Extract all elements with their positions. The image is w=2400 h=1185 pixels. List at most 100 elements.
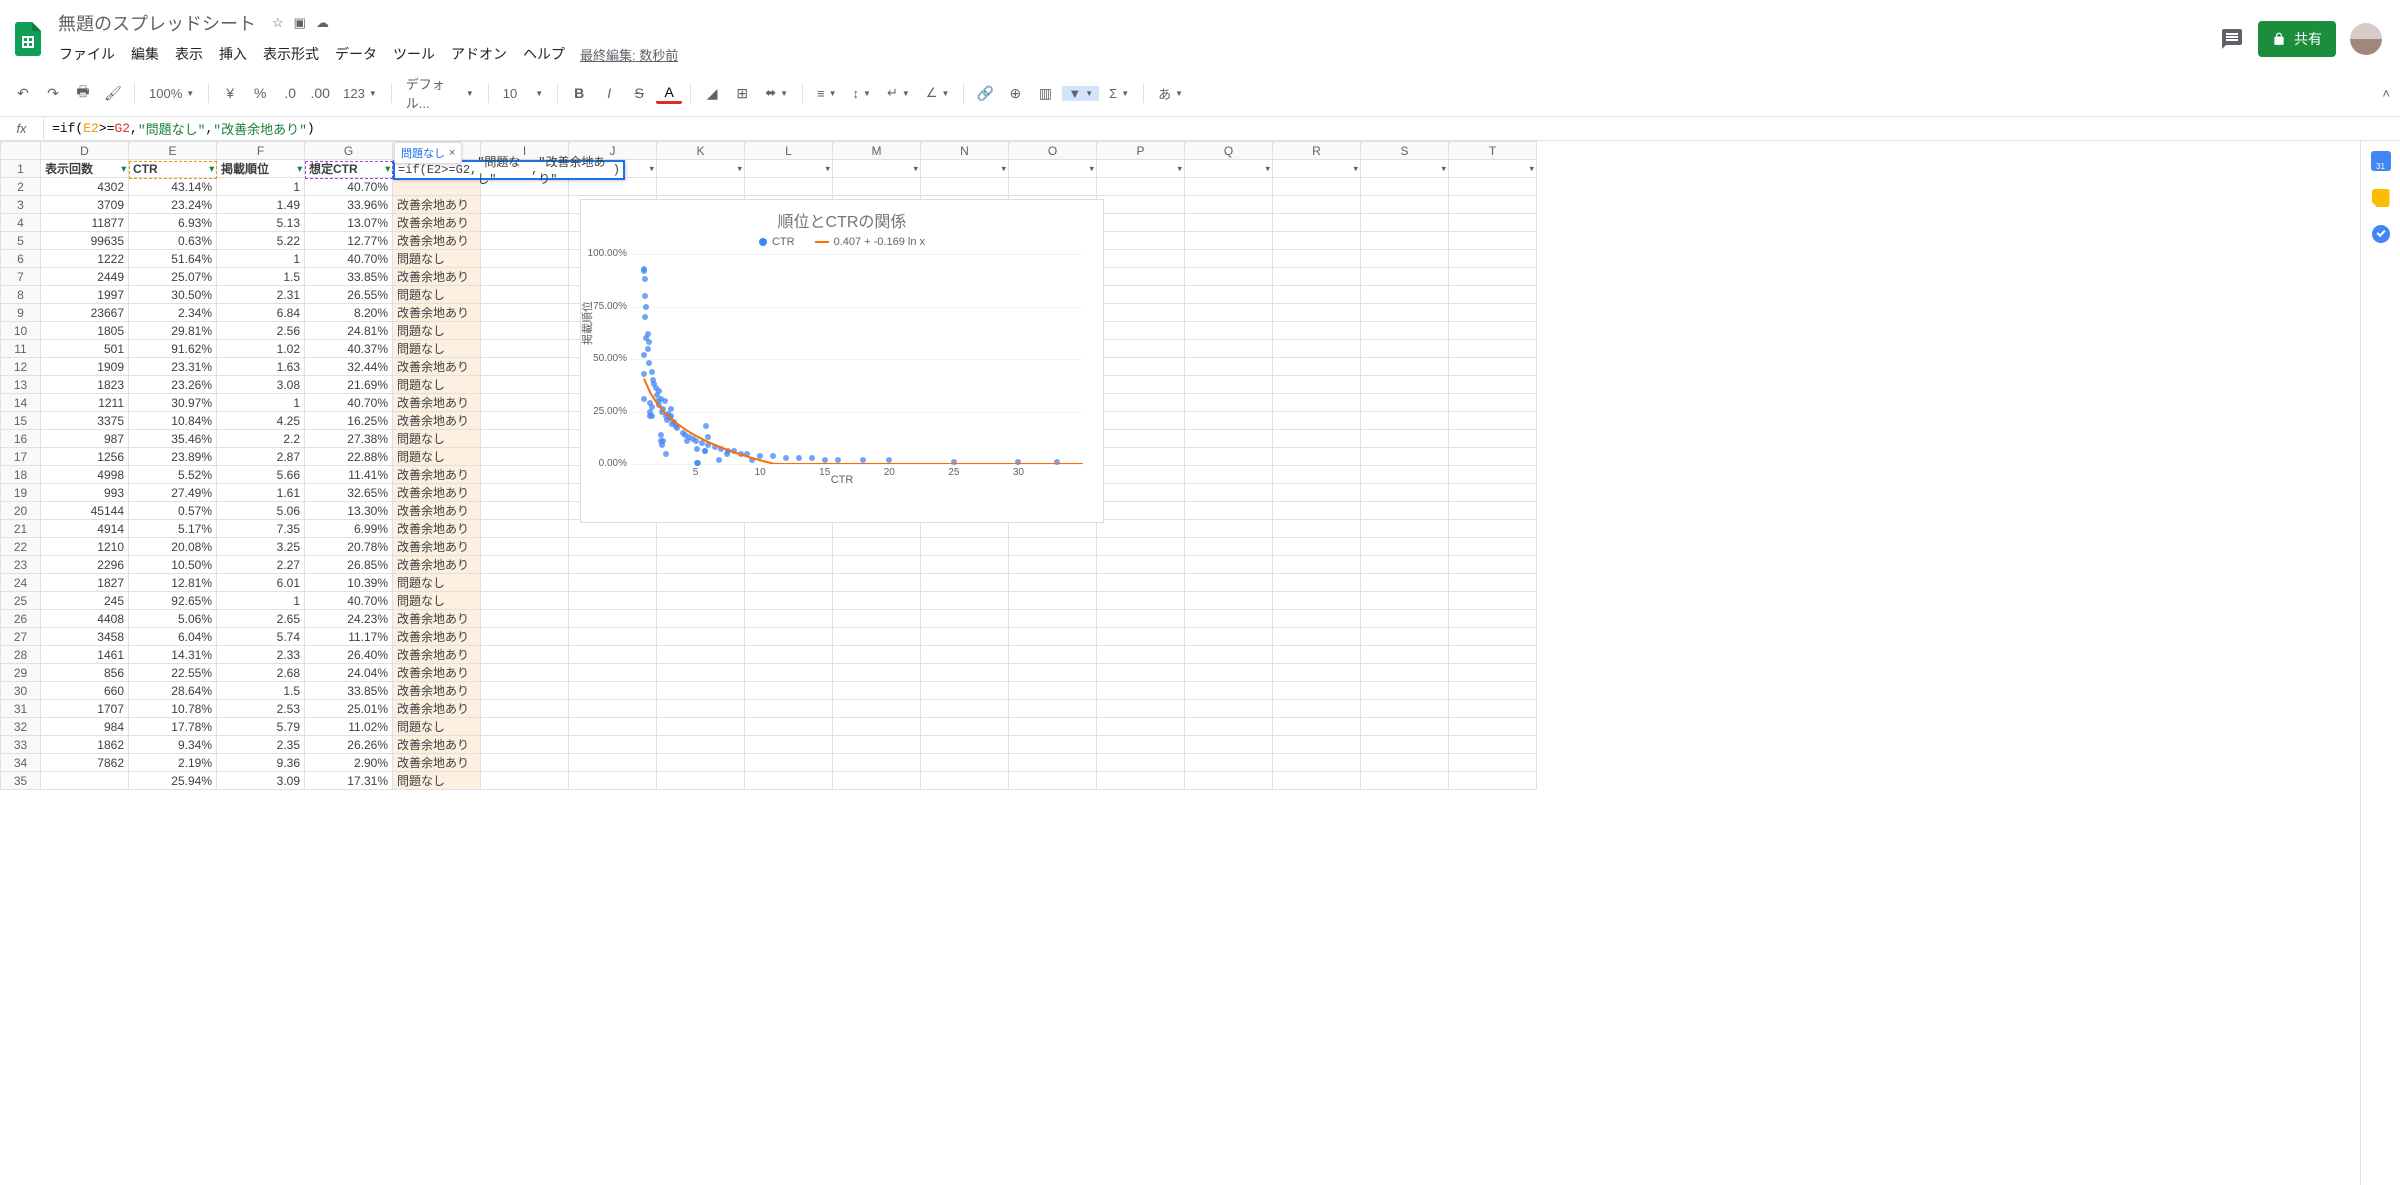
- cell[interactable]: 993: [41, 484, 129, 502]
- cell[interactable]: 改善余地あり: [393, 412, 481, 430]
- cell[interactable]: 1862: [41, 736, 129, 754]
- collapse-toolbar-icon[interactable]: ˄: [2382, 86, 2390, 101]
- cell[interactable]: 5.13: [217, 214, 305, 232]
- cell[interactable]: 40.70%: [305, 592, 393, 610]
- cell[interactable]: 13.30%: [305, 502, 393, 520]
- cell[interactable]: [1361, 736, 1449, 754]
- cell[interactable]: [1097, 214, 1185, 232]
- cell[interactable]: [1097, 340, 1185, 358]
- cell[interactable]: [745, 736, 833, 754]
- cell[interactable]: 26.40%: [305, 646, 393, 664]
- cell[interactable]: 91.62%: [129, 340, 217, 358]
- cell[interactable]: [1185, 178, 1273, 196]
- cell[interactable]: [569, 754, 657, 772]
- cell[interactable]: 17.78%: [129, 718, 217, 736]
- cell[interactable]: [1097, 646, 1185, 664]
- cell[interactable]: [657, 556, 745, 574]
- cell[interactable]: [1449, 754, 1537, 772]
- fill-color-icon[interactable]: ◢: [699, 80, 725, 106]
- cell[interactable]: 1461: [41, 646, 129, 664]
- cell[interactable]: [481, 700, 569, 718]
- cell[interactable]: 問題なし: [393, 718, 481, 736]
- cell[interactable]: [1449, 484, 1537, 502]
- row-header-34[interactable]: 34: [1, 754, 41, 772]
- cell[interactable]: [1097, 502, 1185, 520]
- zoom-select[interactable]: 100%▼: [143, 86, 200, 101]
- row-header-24[interactable]: 24: [1, 574, 41, 592]
- cell[interactable]: [1361, 250, 1449, 268]
- cell[interactable]: 30.97%: [129, 394, 217, 412]
- cell[interactable]: 25.07%: [129, 268, 217, 286]
- cell[interactable]: [481, 484, 569, 502]
- cell[interactable]: 20.78%: [305, 538, 393, 556]
- cell[interactable]: 1.63: [217, 358, 305, 376]
- cell[interactable]: [1361, 700, 1449, 718]
- cell[interactable]: 2.56: [217, 322, 305, 340]
- cell[interactable]: 4.25: [217, 412, 305, 430]
- cell[interactable]: [1009, 610, 1097, 628]
- cell[interactable]: [1009, 538, 1097, 556]
- cell[interactable]: [1097, 232, 1185, 250]
- cell[interactable]: 2.31: [217, 286, 305, 304]
- cell[interactable]: 25.94%: [129, 772, 217, 790]
- cell[interactable]: ▾: [745, 160, 833, 178]
- cell[interactable]: [1449, 196, 1537, 214]
- cell[interactable]: 2.27: [217, 556, 305, 574]
- cell[interactable]: 17.31%: [305, 772, 393, 790]
- bold-icon[interactable]: B: [566, 80, 592, 106]
- cell[interactable]: [745, 610, 833, 628]
- cell[interactable]: [657, 700, 745, 718]
- cell[interactable]: 26.85%: [305, 556, 393, 574]
- cell[interactable]: [1449, 592, 1537, 610]
- cell[interactable]: [1009, 664, 1097, 682]
- cell[interactable]: 10.84%: [129, 412, 217, 430]
- cell[interactable]: ▾: [1361, 160, 1449, 178]
- cell[interactable]: [1449, 340, 1537, 358]
- row-header-32[interactable]: 32: [1, 718, 41, 736]
- redo-icon[interactable]: ↷: [40, 80, 66, 106]
- cell[interactable]: 改善余地あり: [393, 736, 481, 754]
- cell[interactable]: [1361, 430, 1449, 448]
- cell[interactable]: [745, 682, 833, 700]
- cell[interactable]: 改善余地あり: [393, 556, 481, 574]
- cell[interactable]: [569, 682, 657, 700]
- cell[interactable]: [1185, 574, 1273, 592]
- cell[interactable]: [481, 754, 569, 772]
- cell[interactable]: 51.64%: [129, 250, 217, 268]
- cell[interactable]: [1097, 250, 1185, 268]
- cell[interactable]: [1361, 664, 1449, 682]
- cell[interactable]: [1449, 304, 1537, 322]
- cell[interactable]: [745, 772, 833, 790]
- cell[interactable]: 23.31%: [129, 358, 217, 376]
- cell[interactable]: [745, 700, 833, 718]
- cell[interactable]: 99635: [41, 232, 129, 250]
- cell[interactable]: 20.08%: [129, 538, 217, 556]
- cell[interactable]: [745, 646, 833, 664]
- cell[interactable]: 9.36: [217, 754, 305, 772]
- col-header-R[interactable]: R: [1273, 142, 1361, 160]
- sheets-logo[interactable]: [8, 19, 48, 59]
- cell[interactable]: 改善余地あり: [393, 196, 481, 214]
- cell[interactable]: 問題なし: [393, 340, 481, 358]
- cell[interactable]: [1273, 682, 1361, 700]
- cell[interactable]: 1997: [41, 286, 129, 304]
- cell[interactable]: [1185, 466, 1273, 484]
- cell[interactable]: 1.5: [217, 268, 305, 286]
- cell[interactable]: [745, 718, 833, 736]
- cell[interactable]: [1273, 484, 1361, 502]
- share-button[interactable]: 共有: [2258, 21, 2336, 57]
- cell[interactable]: [1185, 754, 1273, 772]
- cell[interactable]: 11.02%: [305, 718, 393, 736]
- cell[interactable]: [1449, 466, 1537, 484]
- cell[interactable]: [657, 736, 745, 754]
- cell[interactable]: [569, 556, 657, 574]
- cell[interactable]: [481, 196, 569, 214]
- cell[interactable]: [569, 592, 657, 610]
- col-header-P[interactable]: P: [1097, 142, 1185, 160]
- cell[interactable]: [1185, 232, 1273, 250]
- cell[interactable]: [569, 538, 657, 556]
- cell[interactable]: [481, 628, 569, 646]
- cell[interactable]: 22.88%: [305, 448, 393, 466]
- cell[interactable]: [1185, 430, 1273, 448]
- cell[interactable]: [1449, 286, 1537, 304]
